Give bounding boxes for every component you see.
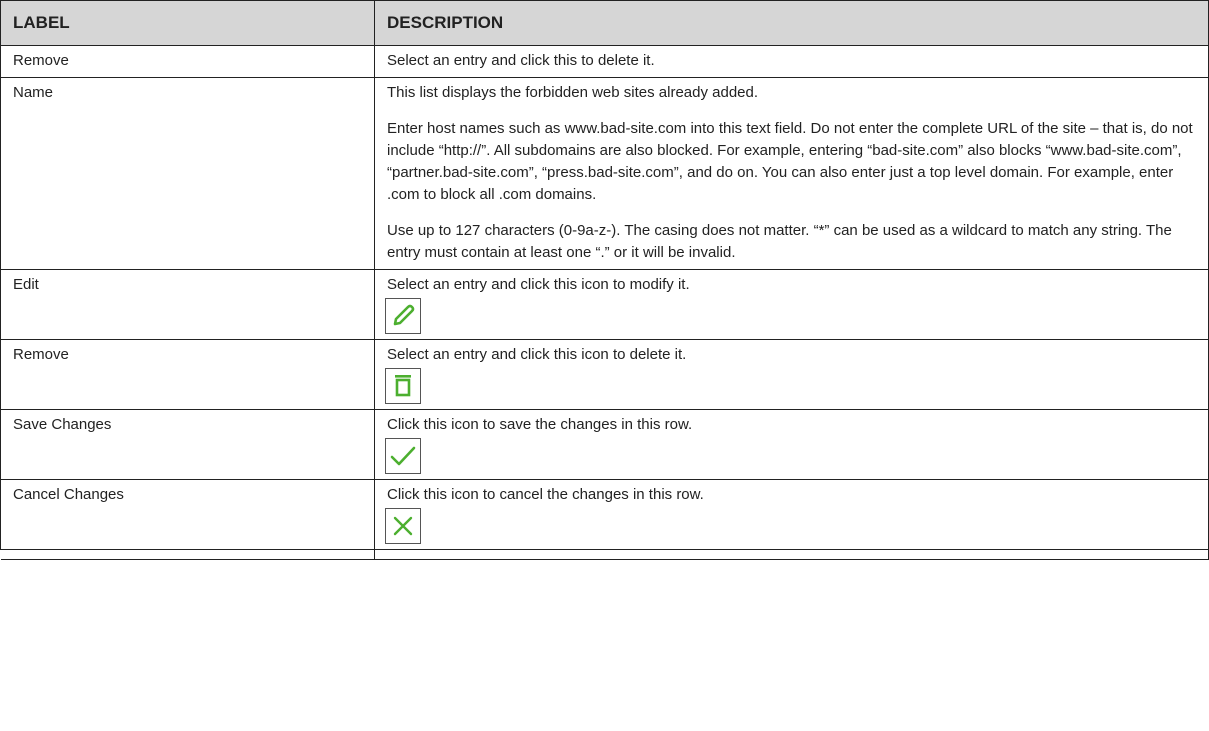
label-column-header: LABEL: [0, 0, 375, 46]
description-text: Use up to 127 characters (0-9a-z-). The …: [387, 222, 1172, 261]
pencil-icon[interactable]: [385, 298, 421, 334]
description-text: Click this icon to save the changes in t…: [387, 416, 693, 433]
row-description: Click this icon to cancel the changes in…: [374, 479, 1209, 550]
row-label: Cancel Changes: [0, 479, 375, 550]
row-label: Remove: [0, 339, 375, 410]
row-description: Click this icon to save the changes in t…: [374, 409, 1209, 480]
description-text: This list displays the forbidden web sit…: [387, 84, 759, 101]
table-header-row: LABEL DESCRIPTION: [0, 0, 1209, 46]
table-row-continuation: [0, 549, 1209, 560]
description-text: Enter host names such as www.bad-site.co…: [387, 120, 1193, 203]
trash-icon[interactable]: [385, 368, 421, 404]
table-row: Remove Select an entry and click this to…: [0, 45, 1209, 78]
row-label: Remove: [0, 45, 375, 78]
row-description: This list displays the forbidden web sit…: [374, 77, 1209, 270]
table-row: Cancel Changes Click this icon to cancel…: [0, 479, 1209, 550]
table-row: Edit Select an entry and click this icon…: [0, 269, 1209, 340]
description-text: Select an entry and click this icon to d…: [387, 346, 687, 363]
row-label: Save Changes: [0, 409, 375, 480]
description-text: Select an entry and click this to delete…: [387, 52, 655, 69]
row-label: Edit: [0, 269, 375, 340]
description-text: Click this icon to cancel the changes in…: [387, 486, 704, 503]
checkmark-icon[interactable]: [385, 438, 421, 474]
continuation-cell: [374, 549, 1209, 560]
table-row: Save Changes Click this icon to save the…: [0, 409, 1209, 480]
continuation-cell: [0, 549, 375, 560]
row-description: Select an entry and click this to delete…: [374, 45, 1209, 78]
description-column-header: DESCRIPTION: [374, 0, 1209, 46]
table-row: Name This list displays the forbidden we…: [0, 77, 1209, 270]
description-text: Select an entry and click this icon to m…: [387, 276, 690, 293]
row-label: Name: [0, 77, 375, 270]
row-description: Select an entry and click this icon to d…: [374, 339, 1209, 410]
close-icon[interactable]: [385, 508, 421, 544]
row-description: Select an entry and click this icon to m…: [374, 269, 1209, 340]
table-row: Remove Select an entry and click this ic…: [0, 339, 1209, 410]
field-description-table: LABEL DESCRIPTION Remove Select an entry…: [0, 0, 1209, 560]
